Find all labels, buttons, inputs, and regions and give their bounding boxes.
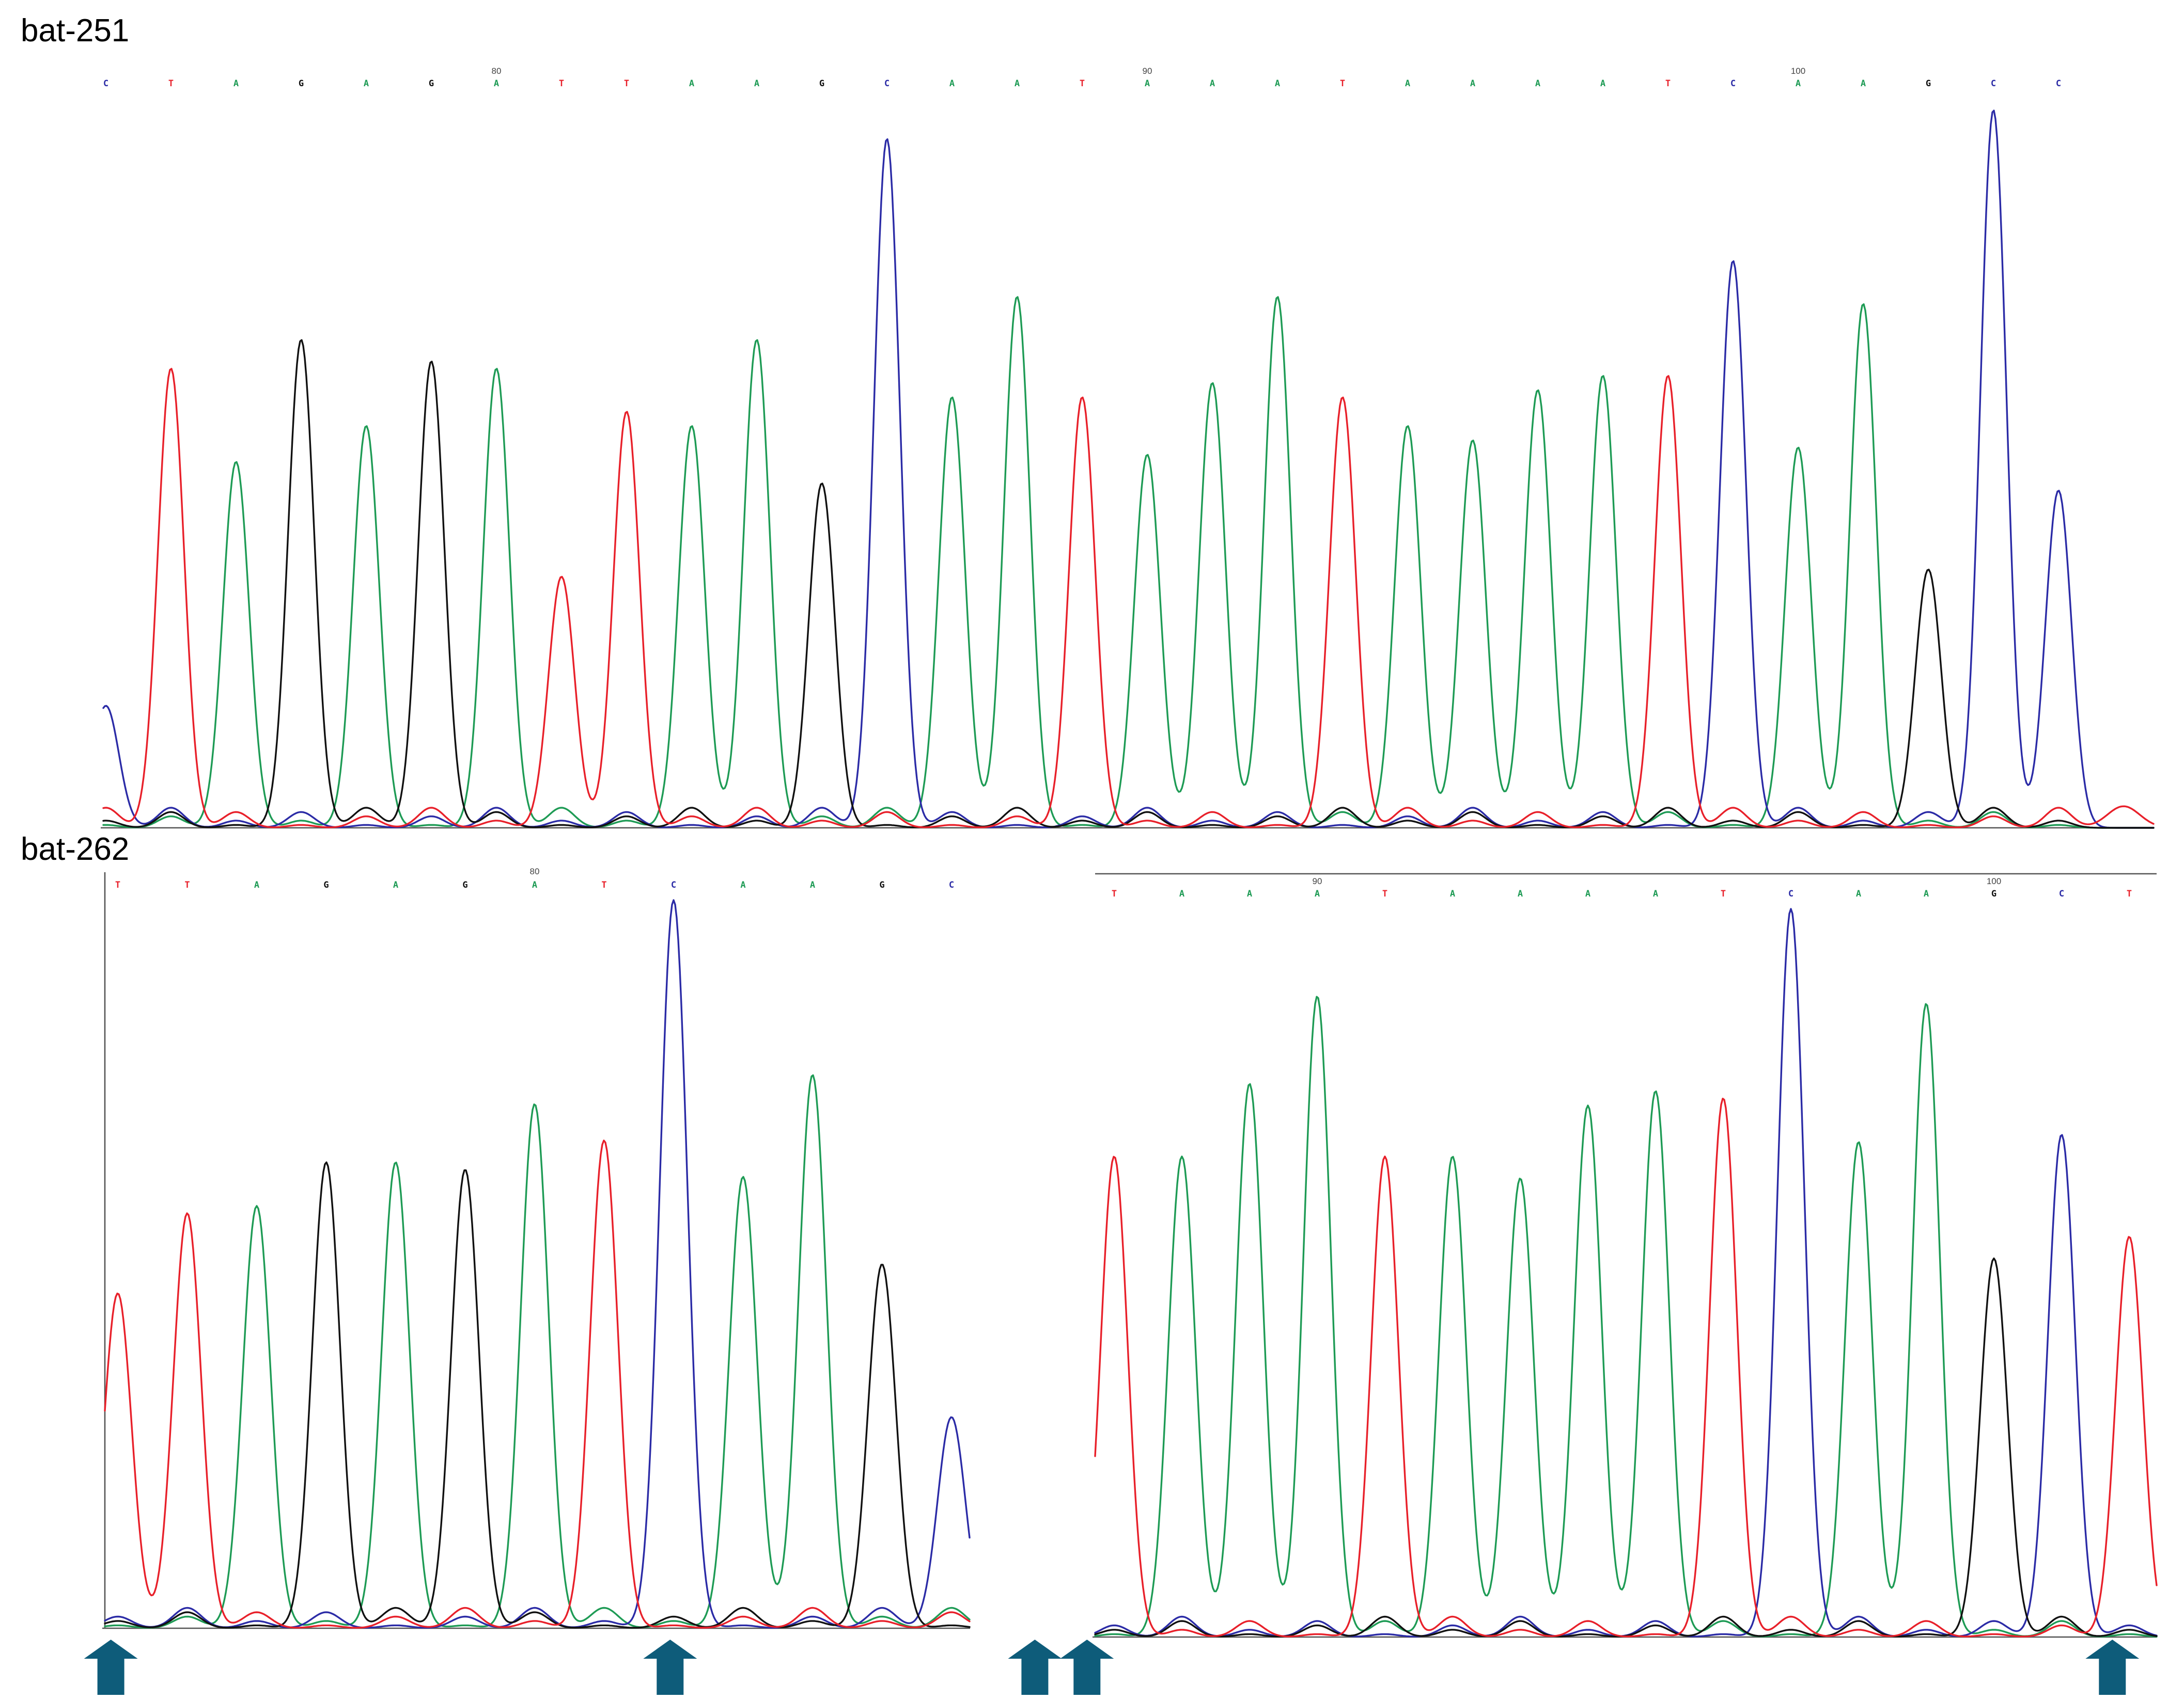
base-call: A	[254, 880, 259, 890]
trace-G	[104, 1161, 971, 1629]
base-call: T	[1080, 78, 1085, 89]
base-call: A	[1247, 889, 1252, 899]
up-arrow-marker	[2085, 1640, 2140, 1695]
base-call: A	[1653, 889, 1658, 899]
base-call: A	[1450, 889, 1455, 899]
base-call: A	[1856, 889, 1861, 899]
up-arrow-marker	[84, 1640, 138, 1695]
base-call: A	[740, 880, 745, 890]
base-call: A	[1861, 78, 1866, 89]
trace-T	[1094, 1097, 2158, 1638]
base-call: T	[1721, 889, 1726, 899]
base-call: A	[364, 78, 369, 89]
base-call: A	[1924, 889, 1929, 899]
arrow-markers	[84, 1640, 2140, 1695]
position-label: 90	[1143, 66, 1152, 76]
base-call: T	[1382, 889, 1387, 899]
base-call: A	[1015, 78, 1020, 89]
up-arrow-marker	[1060, 1640, 1114, 1695]
base-call: G	[323, 880, 329, 890]
base-call: A	[494, 78, 499, 89]
base-call: T	[115, 880, 120, 890]
chromatogram-panel-bat-251: C T A G A G A T T A A G C A A T A A A T A A A A T C A A G C C 80 90 100	[101, 66, 2155, 829]
base-call: A	[689, 78, 694, 89]
up-arrow-marker	[643, 1640, 697, 1695]
position-label: 100	[1987, 876, 2001, 886]
base-call: A	[1796, 78, 1801, 89]
position-label: 100	[1791, 66, 1805, 76]
chromatogram-panel-bat-262-left: T T A G A G A T C A A G C 80	[102, 867, 971, 1629]
chromatogram-panel-bat-262-right: T A A A T A A A A T C A A G C T 90 100	[1093, 873, 2158, 1638]
trace-A	[1094, 996, 2158, 1638]
base-call: A	[393, 880, 398, 890]
base-call: A	[754, 78, 759, 89]
base-call: G	[462, 880, 467, 890]
base-call: C	[884, 78, 890, 89]
base-call: A	[1405, 78, 1410, 89]
base-call: G	[299, 78, 304, 89]
base-call: T	[184, 880, 190, 890]
trace-C	[102, 109, 2155, 829]
trace-A	[104, 1074, 971, 1629]
sample-label-bat-262: bat-262	[21, 831, 129, 867]
base-call: T	[168, 78, 174, 89]
base-call: A	[810, 880, 815, 890]
base-call: A	[1535, 78, 1540, 89]
up-arrow-marker	[1008, 1640, 1062, 1695]
base-call: A	[1145, 78, 1150, 89]
position-label: 80	[530, 867, 540, 876]
base-call: C	[671, 880, 676, 890]
base-call: G	[429, 78, 434, 89]
base-call: A	[1275, 78, 1280, 89]
base-call: A	[949, 78, 955, 89]
trace-G	[102, 339, 2155, 829]
base-call: C	[1788, 889, 1793, 899]
trace-A	[102, 296, 2155, 829]
base-call: A	[1518, 889, 1523, 899]
position-label: 90	[1313, 876, 1322, 886]
base-call: C	[103, 78, 108, 89]
base-call: A	[1470, 78, 1475, 89]
base-call: C	[949, 880, 954, 890]
base-call: A	[233, 78, 239, 89]
base-call: G	[1991, 889, 1996, 899]
base-call: T	[624, 78, 629, 89]
base-call: A	[532, 880, 537, 890]
base-call: A	[1179, 889, 1184, 899]
base-call: T	[601, 880, 606, 890]
base-call: T	[1340, 78, 1345, 89]
base-call: T	[1665, 78, 1671, 89]
base-call: A	[1585, 889, 1590, 899]
base-call: C	[1991, 78, 1996, 89]
base-call: T	[1112, 889, 1117, 899]
base-call: A	[1210, 78, 1215, 89]
base-call: C	[1730, 78, 1736, 89]
base-call: T	[559, 78, 564, 89]
base-call: A	[1600, 78, 1605, 89]
sample-label-bat-251: bat-251	[21, 13, 129, 49]
base-call: T	[2127, 889, 2132, 899]
base-call: A	[1315, 889, 1320, 899]
base-call: G	[819, 78, 824, 89]
base-call: C	[2056, 78, 2061, 89]
base-call: C	[2059, 889, 2064, 899]
base-call: G	[1926, 78, 1931, 89]
base-call: G	[879, 880, 884, 890]
chromatogram-figure: bat-251 bat-262 C T A G A G A T T A A G C A A T A A A T A A A A…	[21, 13, 2158, 1695]
position-label: 80	[492, 66, 502, 76]
